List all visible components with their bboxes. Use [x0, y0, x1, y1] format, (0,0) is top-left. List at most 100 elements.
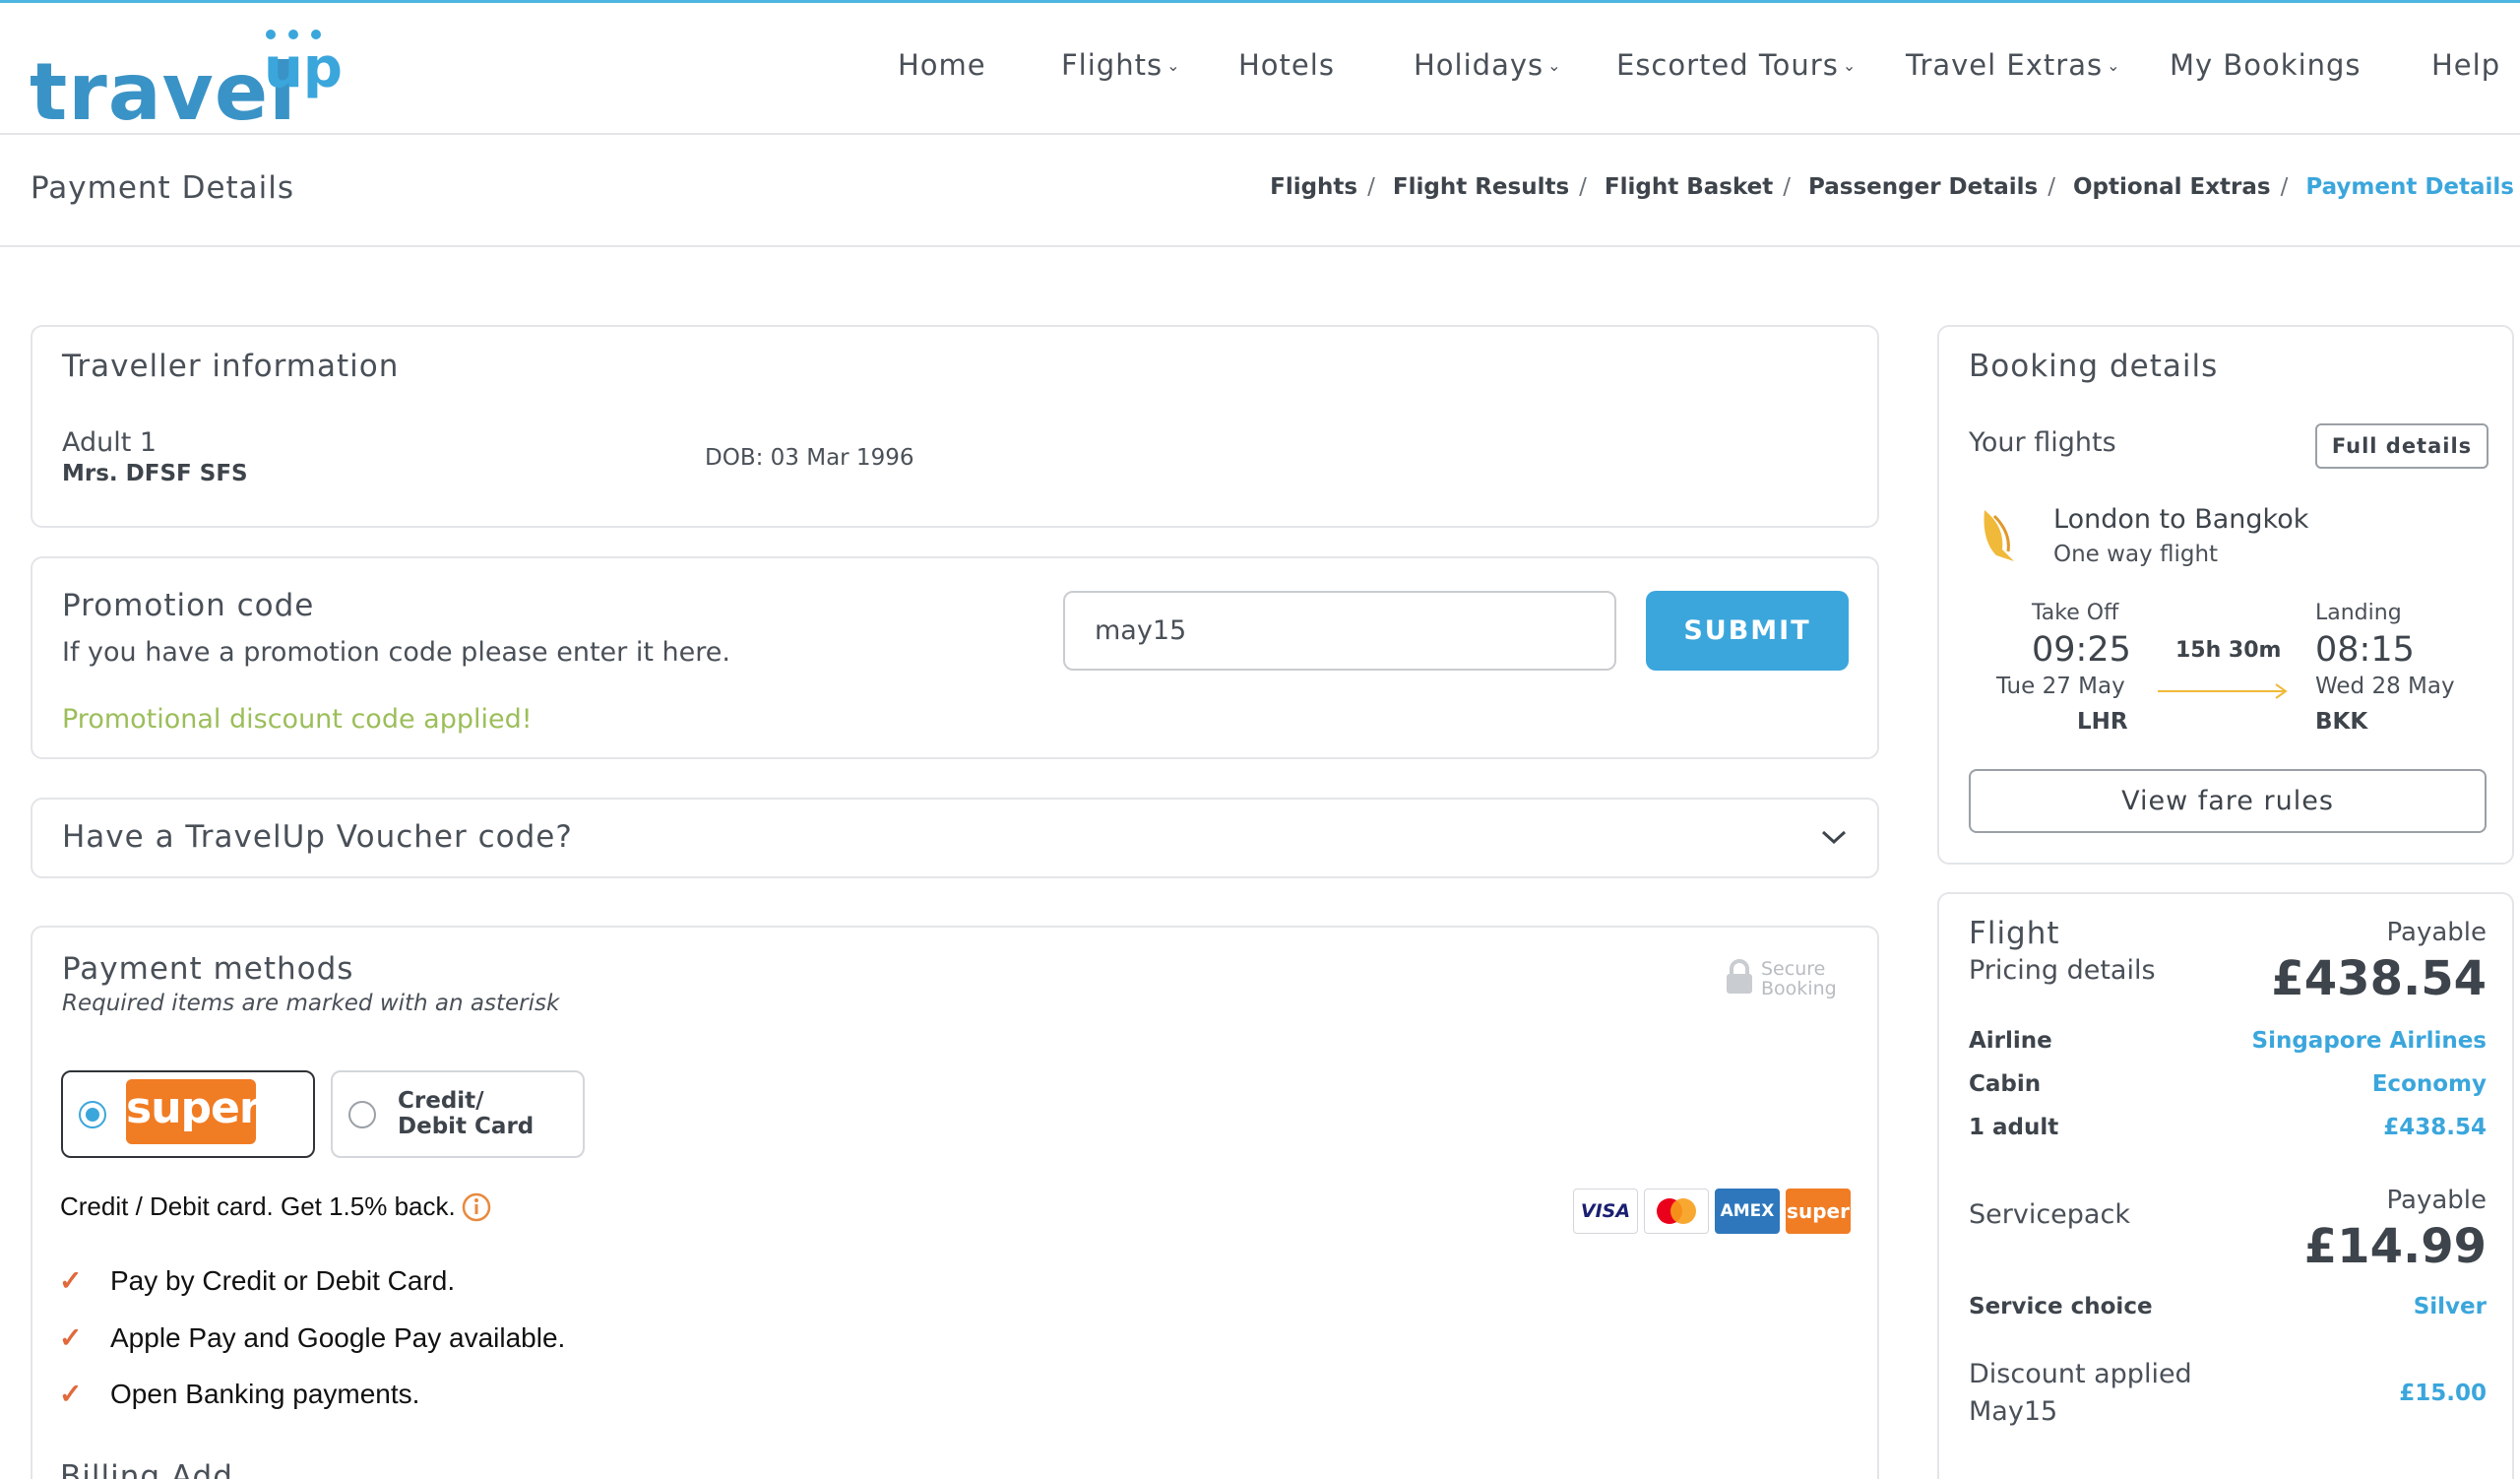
nav-label: My Bookings	[2170, 48, 2362, 82]
traveller-name: Mrs. DFSF SFS	[62, 461, 248, 486]
mastercard-logo	[1644, 1189, 1709, 1234]
nav-label: Holidays	[1414, 48, 1544, 82]
nav-label: Travel Extras	[1906, 48, 2104, 82]
adult-label: Adult 1	[62, 427, 158, 458]
pricing-card: Flight Pricing details Payable £438.54 A…	[1937, 892, 2514, 1479]
promotion-code-title: Promotion code	[62, 588, 315, 623]
page-subheader: Payment Details Flights / Flight Results /…	[0, 135, 2520, 247]
checkmark-icon: ✓	[59, 1379, 83, 1409]
full-details-button[interactable]: Full details	[2315, 423, 2488, 469]
discount-code: May15	[1969, 1396, 2058, 1427]
nav-escorted-tours[interactable]: Escorted Tours ⌄	[1616, 48, 1857, 88]
your-flights-label: Your flights	[1969, 427, 2116, 458]
payment-methods-subtitle: Required items are marked with an asteri…	[62, 991, 560, 1016]
payment-methods-title: Payment methods	[62, 951, 354, 987]
feature-item: ✓ Pay by Credit or Debit Card.	[59, 1264, 455, 1297]
logo-sup-text: up	[264, 36, 343, 100]
nav-travel-extras[interactable]: Travel Extras ⌄	[1906, 48, 2121, 88]
nav-help[interactable]: Help	[2431, 48, 2500, 88]
takeoff-label: Take Off	[2032, 601, 2119, 625]
chevron-down-icon: ⌄	[1547, 56, 1562, 75]
nav-label: Home	[898, 48, 986, 82]
adults-label: 1 adult	[1969, 1115, 2059, 1140]
takeoff-airport: LHR	[2077, 709, 2128, 735]
super-logo: super	[126, 1079, 261, 1144]
breadcrumb-optional-extras[interactable]: Optional Extras	[2073, 174, 2271, 200]
flight-arrow-icon	[2158, 683, 2288, 699]
cabin-label: Cabin	[1969, 1071, 2042, 1097]
payment-option-card[interactable]: Credit/ Debit Card	[331, 1070, 585, 1158]
checkmark-icon: ✓	[59, 1265, 83, 1296]
traveller-dob: DOB: 03 Mar 1996	[705, 445, 914, 471]
billing-address-heading: Billing Add	[60, 1459, 233, 1479]
landing-time: 08:15	[2315, 630, 2415, 670]
logo-text: travel	[30, 46, 297, 138]
promotion-code-input[interactable]: may15	[1063, 591, 1616, 671]
view-fare-rules-button[interactable]: View fare rules	[1969, 769, 2487, 833]
info-icon[interactable]	[461, 1191, 492, 1223]
discount-amount: £15.00	[2399, 1381, 2487, 1406]
feature-item: ✓ Apple Pay and Google Pay available.	[59, 1321, 565, 1354]
voucher-accordion[interactable]: Have a TravelUp Voucher code?	[31, 798, 1879, 878]
nav-hotels[interactable]: Hotels	[1238, 48, 1335, 88]
takeoff-time: 09:25	[2032, 630, 2131, 670]
trip-type: One way flight	[2053, 542, 2219, 567]
landing-date: Wed 28 May	[2315, 674, 2455, 699]
singapore-airlines-logo-icon	[1984, 510, 2014, 561]
visa-logo: VISA	[1573, 1189, 1638, 1234]
chevron-down-icon: ⌄	[1166, 56, 1181, 75]
breadcrumb-flights[interactable]: Flights	[1270, 174, 1357, 200]
lock-icon	[1727, 959, 1752, 994]
secure-text: Secure	[1761, 958, 1826, 980]
promotion-code-hint: If you have a promotion code please ente…	[62, 637, 730, 668]
chevron-down-icon: ⌄	[2107, 56, 2121, 75]
radio-super[interactable]	[79, 1101, 106, 1128]
nav-my-bookings[interactable]: My Bookings	[2170, 48, 2362, 88]
servicepack-payable-label: Payable	[2386, 1186, 2488, 1215]
service-choice-value: Silver	[2413, 1294, 2487, 1319]
amex-logo: AMEX	[1715, 1189, 1780, 1234]
feature-text: Apple Pay and Google Pay available.	[110, 1322, 566, 1353]
card-option-label-line1: Credit/	[398, 1088, 484, 1114]
cabin-value: Economy	[2371, 1071, 2487, 1097]
nav-flights[interactable]: Flights ⌄	[1061, 48, 1180, 88]
site-header: travel up Home Flights ⌄ Hotels Holidays ⌄…	[0, 3, 2520, 138]
pricing-details-label: Pricing details	[1969, 955, 2156, 986]
super-card-logo: super	[1786, 1189, 1851, 1234]
airline-value: Singapore Airlines	[2251, 1028, 2487, 1054]
flight-duration: 15h 30m	[2175, 638, 2282, 663]
breadcrumb-payment-details: Payment Details	[2305, 174, 2514, 200]
feature-item: ✓ Open Banking payments.	[59, 1378, 419, 1410]
takeoff-date: Tue 27 May	[1996, 674, 2125, 699]
breadcrumb-flight-basket[interactable]: Flight Basket	[1605, 174, 1773, 200]
flight-payable-label: Payable	[2386, 918, 2488, 947]
nav-label: Escorted Tours	[1616, 48, 1839, 82]
service-choice-label: Service choice	[1969, 1294, 2153, 1319]
traveller-info-title: Traveller information	[62, 349, 400, 384]
submit-promo-button[interactable]: SUBMIT	[1646, 591, 1849, 671]
landing-airport: BKK	[2315, 709, 2368, 735]
mastercard-circles	[1657, 1198, 1696, 1224]
nav-label: Flights	[1061, 48, 1164, 82]
chevron-down-icon: ⌄	[1842, 56, 1858, 75]
card-option-label-line2: Debit Card	[398, 1114, 535, 1139]
discount-applied-label: Discount applied	[1969, 1359, 2192, 1389]
feature-text: Open Banking payments.	[110, 1379, 420, 1409]
chevron-down-icon	[1821, 830, 1847, 845]
nav-label: Hotels	[1238, 48, 1335, 82]
flight-pricing-title: Flight	[1969, 916, 2060, 951]
flight-total-price: £438.54	[2271, 951, 2487, 1006]
breadcrumb-flight-results[interactable]: Flight Results	[1393, 174, 1569, 200]
nav-holidays[interactable]: Holidays ⌄	[1414, 48, 1562, 88]
radio-card[interactable]	[348, 1101, 376, 1128]
booking-details-title: Booking details	[1969, 349, 2219, 384]
adults-price: £438.54	[2383, 1115, 2487, 1140]
servicepack-title: Servicepack	[1969, 1199, 2130, 1230]
voucher-label: Have a TravelUp Voucher code?	[62, 819, 573, 855]
breadcrumb-passenger-details[interactable]: Passenger Details	[1808, 174, 2038, 200]
servicepack-total-price: £14.99	[2303, 1219, 2487, 1274]
airline-label: Airline	[1969, 1028, 2052, 1054]
promotion-status-message: Promotional discount code applied!	[62, 704, 533, 735]
travelup-logo[interactable]: travel up	[30, 15, 345, 138]
nav-home[interactable]: Home	[898, 48, 986, 88]
